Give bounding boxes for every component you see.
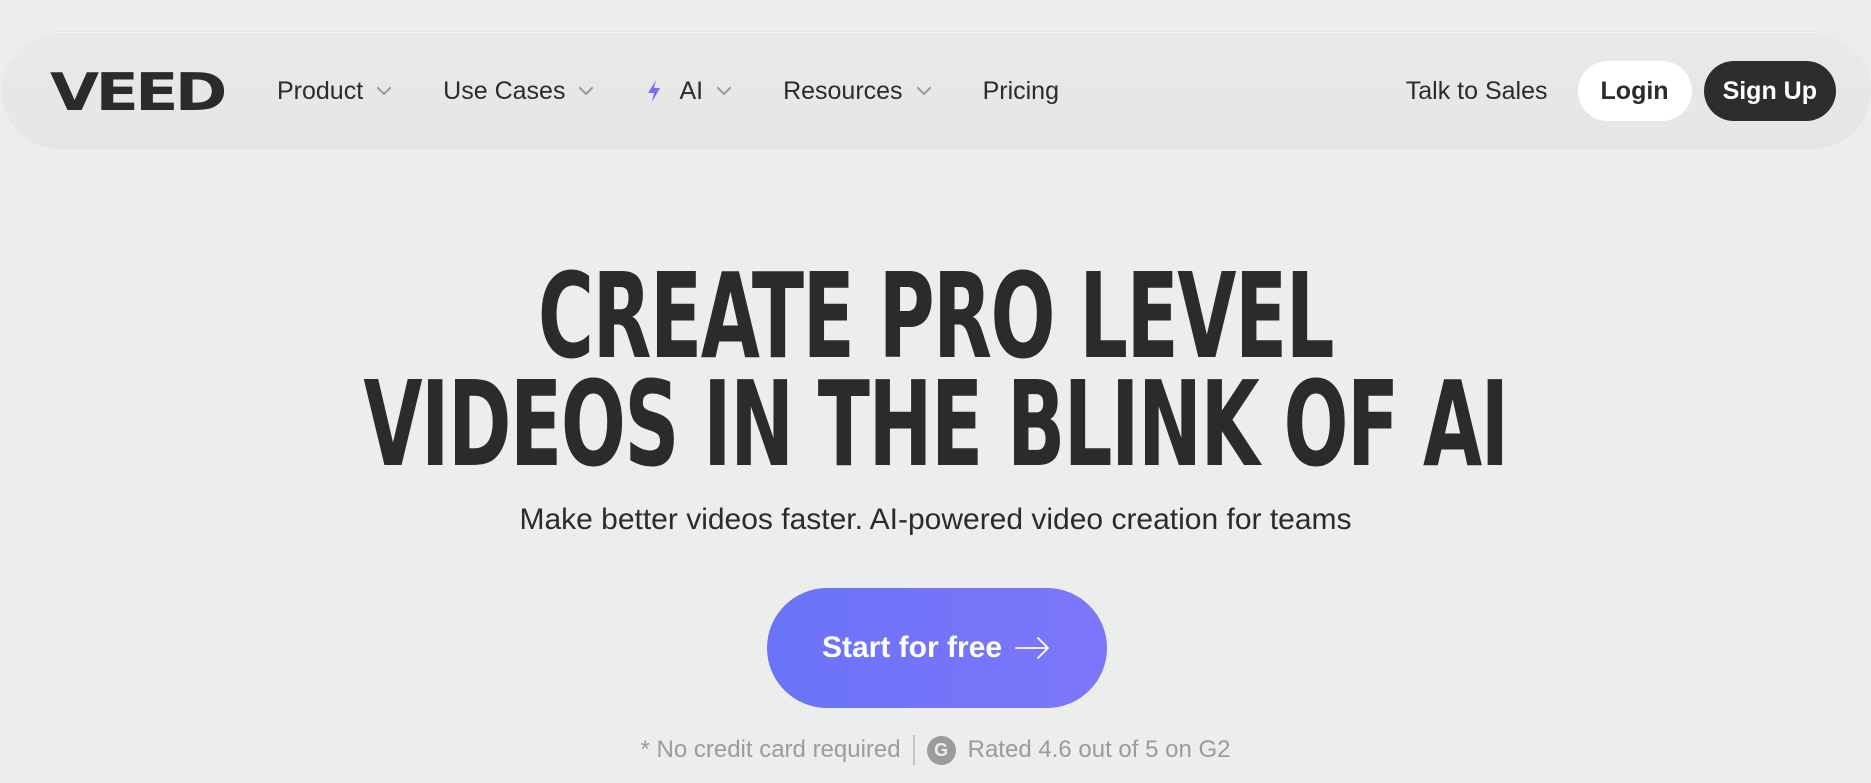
- start-for-free-button[interactable]: Start for free: [767, 588, 1107, 708]
- logo-text: VEED: [50, 63, 227, 123]
- nav-item-ai[interactable]: AI: [645, 77, 732, 106]
- hero-headline-line-2: VIDEOS IN THE BLINK OF AI: [363, 355, 1509, 493]
- nav-item-product[interactable]: Product: [277, 77, 392, 106]
- signup-button[interactable]: Sign Up: [1703, 61, 1836, 121]
- veed-logo[interactable]: VEED: [50, 63, 228, 123]
- cta-label: Start for free: [821, 631, 1003, 664]
- nav-item-label: Product: [277, 76, 364, 105]
- hero-headline-line-1: CREATE PRO LEVEL: [537, 247, 1335, 385]
- nav-item-resources[interactable]: Resources: [783, 77, 932, 106]
- footnote-divider: [912, 735, 915, 765]
- g2-logo-icon: G: [926, 735, 956, 765]
- no-credit-card-note: * No credit card required: [640, 736, 901, 763]
- nav-item-pricing[interactable]: Pricing: [983, 77, 1059, 106]
- chevron-down-icon: [377, 86, 392, 96]
- chevron-down-icon: [916, 86, 931, 96]
- nav-item-label: Resources: [783, 76, 903, 105]
- hero-subtitle: Make better videos faster. AI-powered vi…: [519, 503, 1352, 536]
- nav-item-label: Pricing: [982, 76, 1059, 105]
- nav-actions: Talk to Sales Login Sign Up: [1406, 32, 1836, 150]
- login-button[interactable]: Login: [1577, 61, 1692, 121]
- nav-item-use-cases[interactable]: Use Cases: [443, 77, 594, 106]
- g2-rating-text: Rated 4.6 out of 5 on G2: [967, 736, 1231, 763]
- talk-to-sales-link[interactable]: Talk to Sales: [1406, 77, 1548, 106]
- main-nav: Product Use Cases AI Resources Pricing: [277, 32, 1110, 150]
- arrow-right-icon: [1015, 637, 1049, 659]
- chevron-down-icon: [579, 86, 594, 96]
- nav-item-label: AI: [679, 76, 704, 105]
- chevron-down-icon: [716, 86, 732, 96]
- hero-footnote: * No credit card required G Rated 4.6 ou…: [0, 735, 1871, 765]
- hero-headline: CREATE PRO LEVEL VIDEOS IN THE BLINK OF …: [0, 247, 1871, 493]
- bolt-icon: [648, 80, 661, 102]
- top-navbar: VEED Product Use Cases AI Resources Pric…: [2, 31, 1871, 149]
- nav-item-label: Use Cases: [443, 76, 566, 105]
